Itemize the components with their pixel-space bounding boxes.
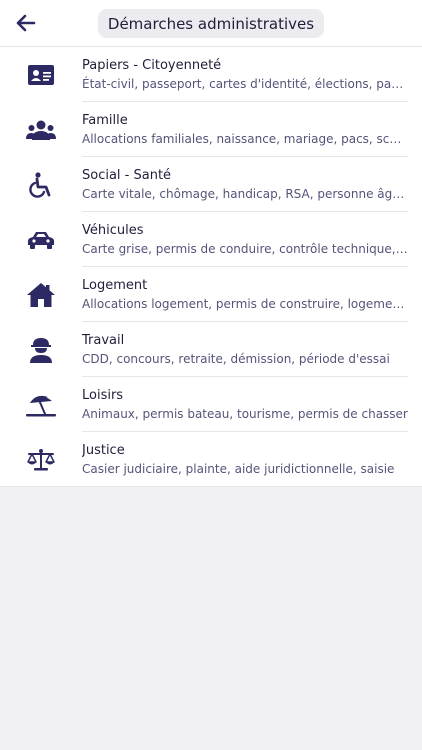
item-title: Logement xyxy=(82,278,148,293)
item-subtitle: Animaux, permis bateau, tourisme, permis… xyxy=(82,407,408,421)
divider xyxy=(0,486,422,487)
list-item-travail[interactable]: Travail CDD, concours, retraite, démissi… xyxy=(0,322,422,377)
category-list: Papiers - Citoyenneté État-civil, passep… xyxy=(0,47,422,487)
wheelchair-icon xyxy=(26,170,56,200)
family-icon xyxy=(26,115,56,145)
item-title: Justice xyxy=(82,443,125,458)
scales-icon xyxy=(26,445,56,475)
page-title: Démarches administratives xyxy=(98,9,324,38)
top-bar: Démarches administratives xyxy=(0,0,422,47)
item-title: Papiers - Citoyenneté xyxy=(82,58,222,73)
list-item-justice[interactable]: Justice Casier judiciaire, plainte, aide… xyxy=(0,432,422,487)
house-icon xyxy=(26,280,56,310)
list-item-social-sante[interactable]: Social - Santé Carte vitale, chômage, ha… xyxy=(0,157,422,212)
item-title: Loisirs xyxy=(82,388,124,403)
arrow-left-icon xyxy=(16,14,36,32)
item-subtitle: Carte vitale, chômage, handicap, RSA, pe… xyxy=(82,187,408,201)
back-button[interactable] xyxy=(14,11,38,35)
item-subtitle: Allocations logement, permis de construi… xyxy=(82,297,408,311)
worker-icon xyxy=(26,335,56,365)
car-icon xyxy=(26,225,56,255)
item-title: Véhicules xyxy=(82,223,144,238)
list-item-papiers[interactable]: Papiers - Citoyenneté État-civil, passep… xyxy=(0,47,422,102)
item-subtitle: Casier judiciaire, plainte, aide juridic… xyxy=(82,462,395,476)
beach-umbrella-icon xyxy=(26,390,56,420)
list-item-logement[interactable]: Logement Allocations logement, permis de… xyxy=(0,267,422,322)
item-subtitle: Carte grise, permis de conduire, contrôl… xyxy=(82,242,408,256)
item-subtitle: État-civil, passeport, cartes d'identité… xyxy=(82,77,408,91)
list-item-vehicules[interactable]: Véhicules Carte grise, permis de conduir… xyxy=(0,212,422,267)
item-title: Famille xyxy=(82,113,128,128)
item-subtitle: CDD, concours, retraite, démission, péri… xyxy=(82,352,390,366)
item-subtitle: Allocations familiales, naissance, maria… xyxy=(82,132,408,146)
item-title: Travail xyxy=(82,333,125,348)
list-item-famille[interactable]: Famille Allocations familiales, naissanc… xyxy=(0,102,422,157)
item-title: Social - Santé xyxy=(82,168,172,183)
list-item-loisirs[interactable]: Loisirs Animaux, permis bateau, tourisme… xyxy=(0,377,422,432)
id-card-icon xyxy=(26,60,56,90)
